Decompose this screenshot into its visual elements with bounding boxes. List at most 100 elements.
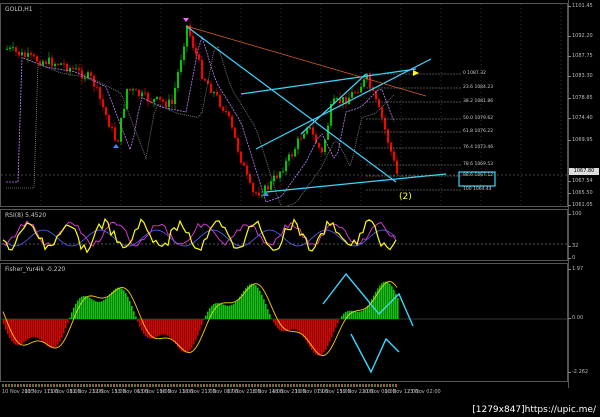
candle-body [18, 51, 20, 56]
fisher-bar [221, 303, 223, 319]
candle-body [288, 154, 290, 161]
candle-body [24, 52, 26, 57]
fisher-bar [225, 305, 227, 319]
volume-bar [242, 384, 244, 387]
fisher-bar [39, 319, 41, 340]
price-axis[interactable]: 1101.45 1092.20 1087.75 1083.30 1078.85 … [567, 0, 600, 388]
volume-bar [353, 384, 355, 387]
fisher-bar [85, 296, 87, 319]
fisher-bar [335, 319, 337, 328]
rsi-canvas[interactable] [1, 210, 568, 261]
down-arrow-icon [183, 18, 189, 22]
volume-bar [317, 384, 319, 387]
candle-body [213, 92, 215, 94]
fisher-bar [55, 319, 57, 347]
fisher-canvas[interactable] [1, 264, 568, 382]
candle-body [120, 117, 122, 142]
candle-body [105, 107, 107, 116]
candle-body [117, 140, 119, 142]
fisher-bar [95, 301, 97, 319]
volume-bar [383, 384, 385, 387]
fisher-bar [187, 319, 189, 353]
fisher-bar [275, 319, 277, 326]
fisher-bar [387, 282, 389, 319]
candle-body [30, 52, 32, 55]
fisher-bar [359, 311, 361, 319]
fisher-bar [241, 293, 243, 319]
fisher-bar [299, 319, 301, 333]
fisher-bar [341, 316, 343, 319]
candle-body [123, 108, 125, 118]
volume-bar [368, 384, 370, 387]
volume-bar [332, 384, 334, 387]
fisher-bar [31, 319, 33, 338]
fisher-bar [43, 319, 45, 343]
rsi-ytick: 0 [567, 255, 576, 261]
volume-bar [236, 384, 238, 387]
volume-bar [62, 384, 64, 387]
candle-body [177, 71, 179, 88]
candle-body [393, 151, 395, 161]
fisher-signal-line [2, 281, 398, 357]
volume-bar [278, 384, 280, 387]
candle-body [15, 47, 17, 52]
fisher-bar [197, 319, 199, 336]
candle-body [384, 118, 386, 130]
candle-body [180, 60, 182, 72]
candle-body [321, 147, 323, 153]
trend-line [265, 173, 447, 193]
wave-label: (2) [399, 192, 412, 202]
volume-bar [131, 384, 133, 387]
volume-bar [302, 384, 304, 387]
candle-body [135, 89, 137, 91]
fisher-bar [331, 319, 333, 338]
candle-body [282, 171, 284, 173]
candle-body [231, 116, 233, 128]
rsi-pane[interactable]: RSI(8) 5.4520 [0, 209, 568, 261]
price-chart-pane[interactable]: GOLD,H1 0 1087.32 23.6 1084.23 38.2 1081.8… [0, 3, 568, 207]
volume-bar [200, 384, 202, 387]
volume-bar [176, 384, 178, 387]
volume-bar [257, 384, 259, 387]
fisher-bar [101, 301, 103, 319]
volume-bar [104, 384, 106, 387]
fisher-bar [21, 319, 23, 344]
fisher-bar [385, 281, 387, 319]
fisher-bar [219, 303, 221, 319]
candle-body [210, 83, 212, 93]
fisher-bar [165, 319, 167, 335]
fisher-bar [397, 298, 399, 319]
volume-bar [275, 384, 277, 387]
volume-bar [281, 384, 283, 387]
candle-body [204, 78, 206, 81]
volume-bar [29, 384, 31, 387]
volume-bar [140, 384, 142, 387]
volume-bar [2, 384, 4, 387]
candle-body [60, 63, 62, 65]
volume-bar [113, 384, 115, 387]
fisher-bar [57, 319, 59, 345]
volume-bar [110, 384, 112, 387]
volume-bar [248, 384, 250, 387]
volume-bar [116, 384, 118, 387]
candle-body [273, 175, 275, 182]
candle-body [354, 92, 356, 94]
volume-bar [122, 384, 124, 387]
fisher-bar [323, 319, 325, 353]
fisher-bar [117, 287, 119, 319]
fisher-bar [239, 296, 241, 319]
marker-icon [413, 70, 419, 76]
fisher-bar [289, 319, 291, 331]
fisher-bar [227, 305, 229, 319]
rsi-signal-line [2, 220, 397, 247]
volume-bar [158, 384, 160, 387]
fisher-bar [235, 301, 237, 319]
fisher-bar [273, 319, 275, 323]
candle-body [255, 192, 257, 194]
volume-bar [128, 384, 130, 387]
fisher-pane[interactable]: Fisher_Yur4ik -0.220 [0, 263, 568, 382]
fisher-bar [65, 319, 67, 329]
candle-body [276, 175, 278, 178]
ytick: 1078.85 [568, 95, 593, 101]
fisher-bar [51, 319, 53, 348]
